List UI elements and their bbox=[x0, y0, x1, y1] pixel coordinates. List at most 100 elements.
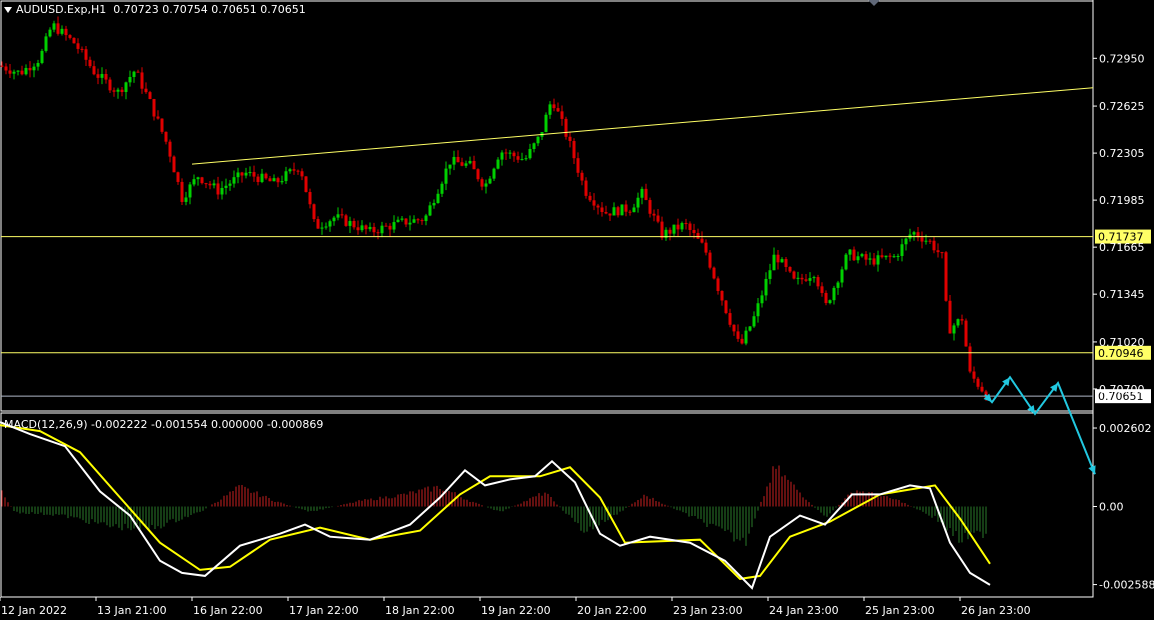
candle bbox=[48, 27, 52, 38]
candle-body bbox=[604, 211, 608, 214]
candle bbox=[508, 150, 512, 159]
candle-body bbox=[776, 254, 780, 263]
candle-body bbox=[320, 227, 324, 229]
candle bbox=[280, 175, 284, 185]
candle-body bbox=[136, 71, 140, 73]
candle-body bbox=[348, 221, 352, 226]
candle-body bbox=[56, 23, 60, 34]
candle-body bbox=[828, 300, 832, 304]
candle bbox=[260, 168, 264, 184]
candle-body bbox=[84, 49, 88, 60]
candle-body bbox=[612, 207, 616, 216]
candle-body bbox=[536, 136, 540, 144]
candle-body bbox=[684, 223, 688, 225]
candle-body bbox=[788, 266, 792, 272]
candle-body bbox=[160, 118, 164, 132]
candle bbox=[360, 220, 364, 233]
candle-body bbox=[524, 158, 528, 160]
candle-body bbox=[24, 67, 28, 75]
candle-body bbox=[304, 176, 308, 193]
macd-pane-frame bbox=[0, 412, 1094, 598]
candles bbox=[0, 16, 988, 401]
candle-body bbox=[104, 74, 108, 80]
candle-body bbox=[864, 254, 868, 260]
candle-body bbox=[868, 258, 872, 260]
candle-body bbox=[260, 173, 264, 183]
candle-body bbox=[964, 320, 968, 347]
dropdown-triangle-icon[interactable] bbox=[4, 7, 12, 13]
candle bbox=[536, 136, 540, 147]
candle-body bbox=[152, 98, 156, 117]
candle bbox=[756, 298, 760, 323]
candle bbox=[708, 249, 712, 270]
candle-body bbox=[248, 172, 252, 174]
candle bbox=[116, 87, 120, 99]
candle-body bbox=[860, 254, 864, 257]
candle bbox=[204, 182, 208, 189]
candle bbox=[944, 250, 948, 302]
candle bbox=[728, 308, 732, 328]
candle bbox=[496, 157, 500, 170]
candle bbox=[820, 282, 824, 297]
candle bbox=[960, 314, 964, 325]
candle bbox=[652, 209, 656, 222]
candle bbox=[268, 176, 272, 182]
candle-body bbox=[28, 67, 32, 71]
candle bbox=[36, 59, 40, 71]
candle bbox=[372, 222, 376, 237]
candle-body bbox=[420, 220, 424, 222]
candle bbox=[544, 112, 548, 133]
candle bbox=[492, 167, 496, 182]
candle-body bbox=[132, 71, 136, 78]
candle bbox=[772, 247, 776, 271]
candle bbox=[196, 176, 200, 186]
candle-body bbox=[204, 183, 208, 185]
chart-window[interactable]: 0.71737 0.70946 0.70651 0.72950 0.72625 0.723… bbox=[0, 0, 1154, 620]
candle bbox=[244, 167, 248, 179]
projection-path bbox=[984, 375, 1096, 475]
candle bbox=[812, 275, 816, 283]
candle-body bbox=[240, 172, 244, 176]
candle-body bbox=[856, 256, 860, 261]
candle bbox=[724, 300, 728, 315]
candle bbox=[76, 38, 80, 54]
chart-canvas[interactable]: 0.717370.709460.706510.729500.726250.723… bbox=[0, 0, 1154, 620]
candle bbox=[112, 87, 116, 97]
candle-body bbox=[528, 148, 532, 159]
candle bbox=[784, 257, 788, 272]
candle-body bbox=[476, 169, 480, 180]
candle bbox=[336, 207, 340, 221]
candle-body bbox=[924, 240, 928, 242]
candle-body bbox=[512, 152, 516, 157]
candle-body bbox=[780, 259, 784, 263]
candle bbox=[120, 87, 124, 97]
candle bbox=[904, 237, 908, 251]
candle-body bbox=[580, 172, 584, 181]
candle-body bbox=[584, 180, 588, 196]
candle bbox=[868, 252, 872, 265]
candle-body bbox=[576, 158, 580, 173]
candle-body bbox=[228, 183, 232, 186]
candle-body bbox=[380, 225, 384, 234]
candle-body bbox=[504, 152, 508, 154]
candle-body bbox=[280, 181, 284, 183]
candle-body bbox=[448, 164, 452, 169]
price-tick-label: 0.72950 bbox=[1099, 52, 1145, 65]
candle bbox=[484, 179, 488, 194]
candle bbox=[188, 181, 192, 205]
candle bbox=[632, 203, 636, 213]
candle bbox=[908, 228, 912, 242]
candle bbox=[752, 311, 756, 328]
candle-body bbox=[256, 176, 260, 183]
macd-main-line bbox=[0, 421, 991, 590]
candle-body bbox=[736, 331, 740, 339]
candle bbox=[12, 69, 16, 80]
candle bbox=[88, 56, 92, 69]
candle-body bbox=[548, 104, 552, 115]
candle-body bbox=[60, 28, 64, 34]
candle-body bbox=[568, 136, 572, 142]
candle bbox=[84, 45, 88, 66]
candle-body bbox=[436, 193, 440, 204]
candle-body bbox=[944, 252, 948, 301]
candle-body bbox=[956, 319, 960, 326]
